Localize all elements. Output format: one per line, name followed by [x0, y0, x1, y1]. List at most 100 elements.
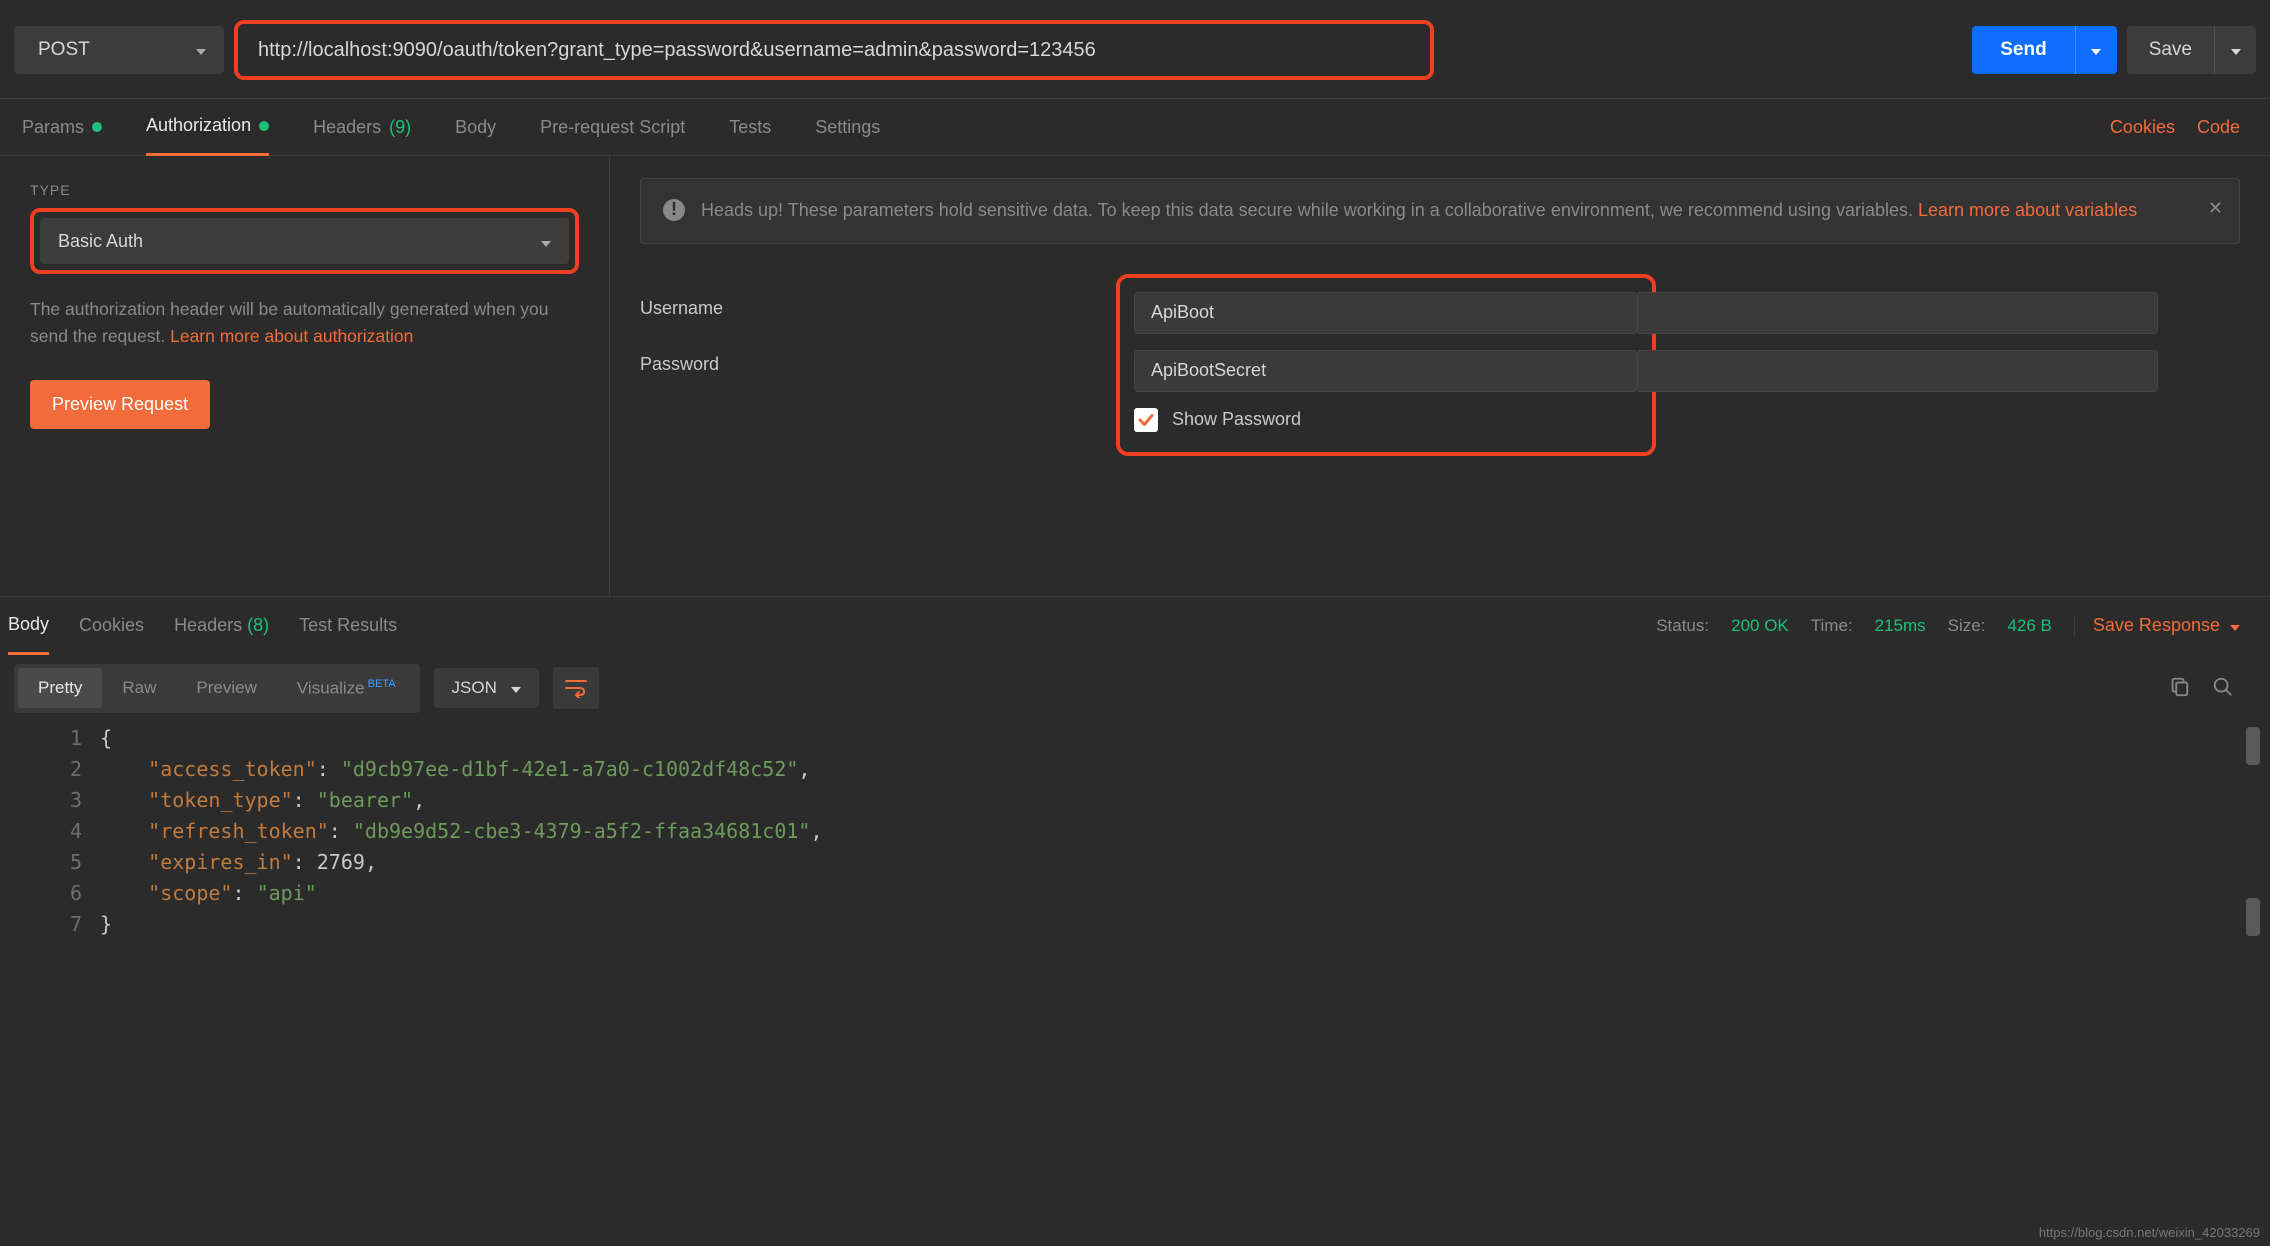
send-button[interactable]: Send [1972, 26, 2074, 74]
learn-more-auth-link[interactable]: Learn more about authorization [170, 326, 413, 346]
scrollbar-thumb[interactable] [2246, 727, 2260, 765]
credentials-highlight-box: Show Password [1116, 274, 1656, 456]
viewer-mode-visualize[interactable]: VisualizeBETA [277, 668, 416, 709]
url-surface-remainder [1444, 26, 1962, 74]
time-value: 215ms [1875, 616, 1926, 636]
cookies-link[interactable]: Cookies [2110, 117, 2175, 138]
check-icon [1137, 411, 1155, 429]
tab-tests[interactable]: Tests [729, 98, 771, 156]
viewer-mode-visualize-label: Visualize [297, 679, 365, 698]
response-tab-cookies[interactable]: Cookies [79, 597, 144, 655]
username-label: Username [640, 298, 723, 319]
language-select[interactable]: JSON [434, 668, 539, 708]
viewer-right-tools [2168, 676, 2256, 701]
tab-headers[interactable]: Headers (9) [313, 98, 411, 156]
tab-prerequest[interactable]: Pre-request Script [540, 98, 685, 156]
tab-body[interactable]: Body [455, 98, 496, 156]
viewer-mode-raw[interactable]: Raw [102, 668, 176, 708]
scrollbar-thumb[interactable] [2246, 898, 2260, 936]
auth-type-select[interactable]: Basic Auth [40, 218, 569, 264]
password-row [1134, 350, 1638, 392]
save-response-button[interactable]: Save Response [2074, 615, 2240, 636]
search-icon[interactable] [2212, 676, 2234, 701]
learn-more-variables-link[interactable]: Learn more about variables [1918, 200, 2137, 220]
response-tab-headers-label: Headers [174, 615, 242, 636]
show-password-checkbox[interactable] [1134, 408, 1158, 432]
password-field-extension[interactable] [1638, 350, 2158, 392]
url-input[interactable] [240, 26, 1428, 74]
info-icon: ! [663, 199, 685, 221]
tab-tests-label: Tests [729, 117, 771, 138]
send-button-group: Send [1972, 26, 2116, 74]
chevron-down-icon [541, 231, 551, 252]
viewer-mode-pretty[interactable]: Pretty [18, 668, 102, 708]
username-row [1134, 292, 1638, 334]
response-tab-headers[interactable]: Headers (8) [174, 597, 269, 655]
viewer-toolbar: Pretty Raw Preview VisualizeBETA JSON [0, 654, 2270, 723]
request-bar: POST Send Save [0, 0, 2270, 98]
method-select[interactable]: POST [14, 26, 224, 74]
response-tab-row: Body Cookies Headers (8) Test Results St… [0, 596, 2270, 654]
username-input[interactable] [1134, 292, 1638, 334]
status-dot-icon [259, 121, 269, 131]
viewer-mode-group: Pretty Raw Preview VisualizeBETA [14, 664, 420, 713]
auth-area: TYPE Basic Auth The authorization header… [0, 156, 2270, 596]
response-body-viewer[interactable]: 1234567 { "access_token": "d9cb97ee-d1bf… [0, 723, 2270, 980]
wrap-toggle-button[interactable] [553, 667, 599, 709]
response-tab-test-results[interactable]: Test Results [299, 597, 397, 655]
save-button-group: Save [2127, 26, 2256, 74]
tab-body-label: Body [455, 117, 496, 138]
username-field-extension[interactable] [1638, 292, 2158, 334]
chevron-down-icon [196, 39, 206, 61]
tab-headers-label: Headers [313, 117, 381, 138]
password-input[interactable] [1134, 350, 1638, 392]
tab-params-label: Params [22, 117, 84, 138]
auth-left-panel: TYPE Basic Auth The authorization header… [0, 156, 610, 596]
response-tab-cookies-label: Cookies [79, 615, 144, 636]
tab-authorization[interactable]: Authorization [146, 98, 269, 156]
response-meta: Status: 200 OK Time: 215ms Size: 426 B S… [1656, 615, 2262, 636]
watermark-text: https://blog.csdn.net/weixin_42033269 [2039, 1225, 2260, 1240]
request-tab-row: Params Authorization Headers (9) Body Pr… [0, 98, 2270, 156]
tab-params[interactable]: Params [22, 98, 102, 156]
header-right-links: Cookies Code [2110, 117, 2262, 138]
status-label: Status: [1656, 616, 1709, 636]
auth-type-value: Basic Auth [58, 231, 143, 252]
response-tab-test-results-label: Test Results [299, 615, 397, 636]
time-label: Time: [1811, 616, 1853, 636]
auth-type-highlight-box: Basic Auth [30, 208, 579, 274]
viewer-mode-preview[interactable]: Preview [176, 668, 276, 708]
url-highlight-box [234, 20, 1434, 80]
line-gutter: 1234567 [0, 723, 100, 940]
save-button[interactable]: Save [2127, 26, 2214, 74]
auth-right-panel: ! Heads up! These parameters hold sensit… [610, 156, 2270, 596]
tab-prerequest-label: Pre-request Script [540, 117, 685, 138]
headsup-text: Heads up! These parameters hold sensitiv… [701, 200, 1918, 220]
headsup-text-wrap: Heads up! These parameters hold sensitiv… [701, 197, 2137, 225]
headsup-banner: ! Heads up! These parameters hold sensit… [640, 178, 2240, 244]
preview-request-button[interactable]: Preview Request [30, 380, 210, 429]
method-select-value: POST [38, 39, 90, 61]
tab-headers-count: (9) [389, 117, 411, 138]
size-value: 426 B [2007, 616, 2051, 636]
copy-icon[interactable] [2168, 676, 2190, 701]
auth-type-label: TYPE [30, 182, 579, 198]
chevron-down-icon [2231, 43, 2241, 58]
size-label: Size: [1948, 616, 1986, 636]
send-options-button[interactable] [2075, 26, 2117, 74]
save-response-label: Save Response [2093, 615, 2220, 636]
auth-helper-text: The authorization header will be automat… [30, 296, 579, 350]
code-link[interactable]: Code [2197, 117, 2240, 138]
close-icon[interactable]: ✕ [2208, 195, 2223, 223]
save-options-button[interactable] [2214, 26, 2256, 74]
status-dot-icon [92, 122, 102, 132]
tab-settings[interactable]: Settings [815, 98, 880, 156]
language-select-value: JSON [452, 678, 497, 698]
response-tab-body[interactable]: Body [8, 597, 49, 655]
status-value: 200 OK [1731, 616, 1789, 636]
wrap-icon [564, 678, 588, 698]
show-password-label: Show Password [1172, 409, 1301, 430]
code-column: { "access_token": "d9cb97ee-d1bf-42e1-a7… [100, 723, 2270, 940]
response-tab-body-label: Body [8, 614, 49, 635]
tab-settings-label: Settings [815, 117, 880, 138]
